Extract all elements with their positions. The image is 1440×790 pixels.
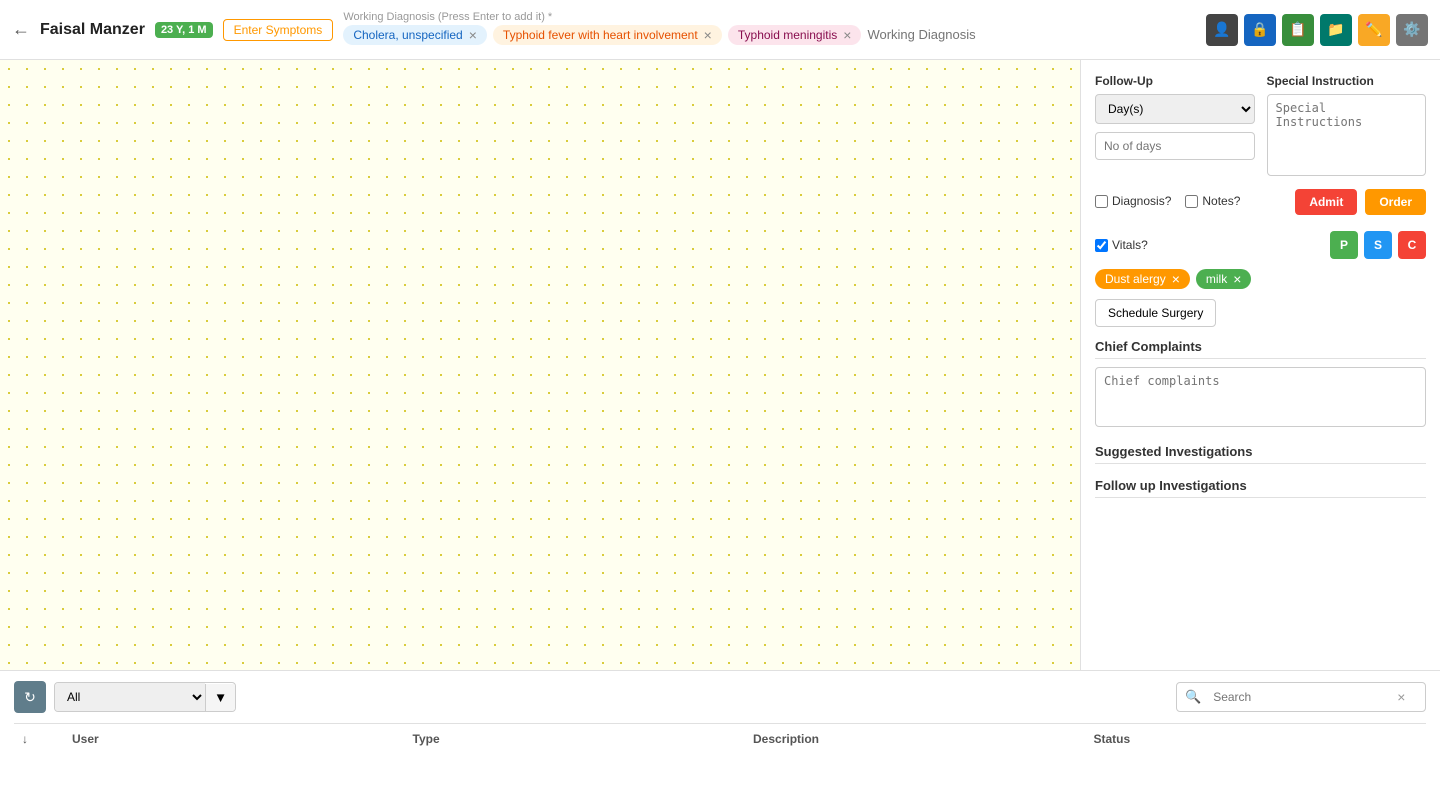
filter-select[interactable]: All [55,683,205,711]
diagnosis-tag-cholera: Cholera, unspecified × [343,25,487,45]
search-bar-wrap: 🔍 × [1176,682,1426,712]
follow-up-days-input[interactable] [1095,132,1255,160]
chief-complaints-title: Chief Complaints [1095,339,1426,359]
remove-diagnosis-typhoid-meningitis[interactable]: × [843,28,851,42]
diagnosis-checkbox[interactable] [1095,195,1108,208]
bottom-bar: ↻ All ▼ 🔍 × ↓ User Ty [0,670,1440,790]
table-header-sort[interactable]: ↓ [14,732,64,746]
allergy-tag-label: Dust alergy [1105,272,1166,286]
c-button[interactable]: C [1398,231,1426,259]
search-clear-button[interactable]: × [1389,683,1413,711]
clipboard-icon-button[interactable]: 📋 [1282,14,1314,46]
allergy-tag-milk: milk × [1196,269,1252,289]
follow-up-special-row: Follow-Up Day(s) Week(s) Month(s) Specia… [1095,74,1426,179]
follow-up-section: Follow-Up Day(s) Week(s) Month(s) [1095,74,1255,179]
allergy-tag-dust: Dust alergy × [1095,269,1190,289]
table-header-type[interactable]: Type [405,732,746,746]
special-instructions-textarea[interactable] [1267,94,1427,176]
remove-allergy-dust[interactable]: × [1172,272,1180,286]
working-diagnosis-hint: Working Diagnosis (Press Enter to add it… [343,11,552,23]
patient-age-badge: 23 Y, 1 M [155,22,213,38]
diagnosis-tag-typhoid-heart: Typhoid fever with heart involvement × [493,25,722,45]
filter-select-wrap: All ▼ [54,682,236,712]
notes-checkbox[interactable] [1185,195,1198,208]
special-instruction-label: Special Instruction [1267,74,1427,88]
suggested-investigations-title: Suggested Investigations [1095,444,1426,464]
allergy-tags-row: Dust alergy × milk × [1095,269,1426,289]
vitals-checkbox[interactable] [1095,239,1108,252]
follow-up-select[interactable]: Day(s) Week(s) Month(s) [1095,94,1255,124]
table-header-status[interactable]: Status [1086,732,1427,746]
order-button[interactable]: Order [1365,189,1426,215]
user-column-label: User [72,732,99,746]
lock-icon-button[interactable]: 🔒 [1244,14,1276,46]
checkboxes-row: Diagnosis? Notes? [1095,194,1240,208]
settings-icon-button[interactable]: ⚙️ [1396,14,1428,46]
sort-icon: ↓ [22,732,28,746]
enter-symptoms-button[interactable]: Enter Symptoms [223,19,334,41]
schedule-surgery-button[interactable]: Schedule Surgery [1095,299,1216,327]
edit-icon-button[interactable]: ✏️ [1358,14,1390,46]
user-icon-button[interactable]: 👤 [1206,14,1238,46]
back-button[interactable]: ← [12,19,30,40]
type-column-label: Type [413,732,440,746]
refresh-button[interactable]: ↻ [14,681,46,713]
content-area [0,60,1080,670]
follow-up-investigations-section: Follow up Investigations [1095,478,1426,498]
diagnosis-checkbox-label[interactable]: Diagnosis? [1095,194,1171,208]
description-column-label: Description [753,732,819,746]
diagnosis-tag-label: Typhoid fever with heart involvement [503,28,698,42]
diagnosis-tag-typhoid-meningitis: Typhoid meningitis × [728,25,862,45]
special-instruction-section: Special Instruction [1267,74,1427,179]
psc-buttons: P S C [1330,231,1426,259]
action-buttons-row: Admit Order [1295,189,1426,215]
table-header-description[interactable]: Description [745,732,1086,746]
notes-checkbox-text: Notes? [1202,194,1240,208]
right-panel: Follow-Up Day(s) Week(s) Month(s) Specia… [1080,60,1440,670]
top-icons: 👤 🔒 📋 📁 ✏️ ⚙️ [1206,14,1428,46]
remove-diagnosis-cholera[interactable]: × [469,28,477,42]
diagnosis-tag-label: Cholera, unspecified [353,28,462,42]
bottom-controls: ↻ All ▼ 🔍 × [14,681,1426,713]
table-header-user[interactable]: User [64,732,405,746]
notes-checkbox-label[interactable]: Notes? [1185,194,1240,208]
top-bar: ← Faisal Manzer 23 Y, 1 M Enter Symptoms… [0,0,1440,60]
filter-dropdown-button[interactable]: ▼ [205,684,235,711]
patient-name: Faisal Manzer [40,21,145,39]
search-icon: 🔍 [1177,683,1209,711]
follow-up-label: Follow-Up [1095,74,1255,88]
remove-allergy-milk[interactable]: × [1233,272,1241,286]
folder-icon-button[interactable]: 📁 [1320,14,1352,46]
chief-complaints-textarea[interactable] [1095,367,1426,427]
p-button[interactable]: P [1330,231,1358,259]
main-layout: Follow-Up Day(s) Week(s) Month(s) Specia… [0,60,1440,670]
suggested-investigations-section: Suggested Investigations [1095,444,1426,464]
s-button[interactable]: S [1364,231,1392,259]
working-diagnosis-input[interactable] [867,27,1043,42]
table-header: ↓ User Type Description Status [14,723,1426,754]
diagnosis-input-area: Working Diagnosis (Press Enter to add it… [343,25,1196,45]
vitals-checkbox-label[interactable]: Vitals? [1095,238,1148,252]
follow-up-investigations-title: Follow up Investigations [1095,478,1426,498]
allergy-tag-label: milk [1206,272,1227,286]
vitals-checkbox-text: Vitals? [1112,238,1148,252]
search-input[interactable] [1209,684,1389,710]
status-column-label: Status [1094,732,1131,746]
remove-diagnosis-typhoid-heart[interactable]: × [704,28,712,42]
admit-button[interactable]: Admit [1295,189,1357,215]
diagnosis-tag-label: Typhoid meningitis [738,28,837,42]
diagnosis-checkbox-text: Diagnosis? [1112,194,1171,208]
